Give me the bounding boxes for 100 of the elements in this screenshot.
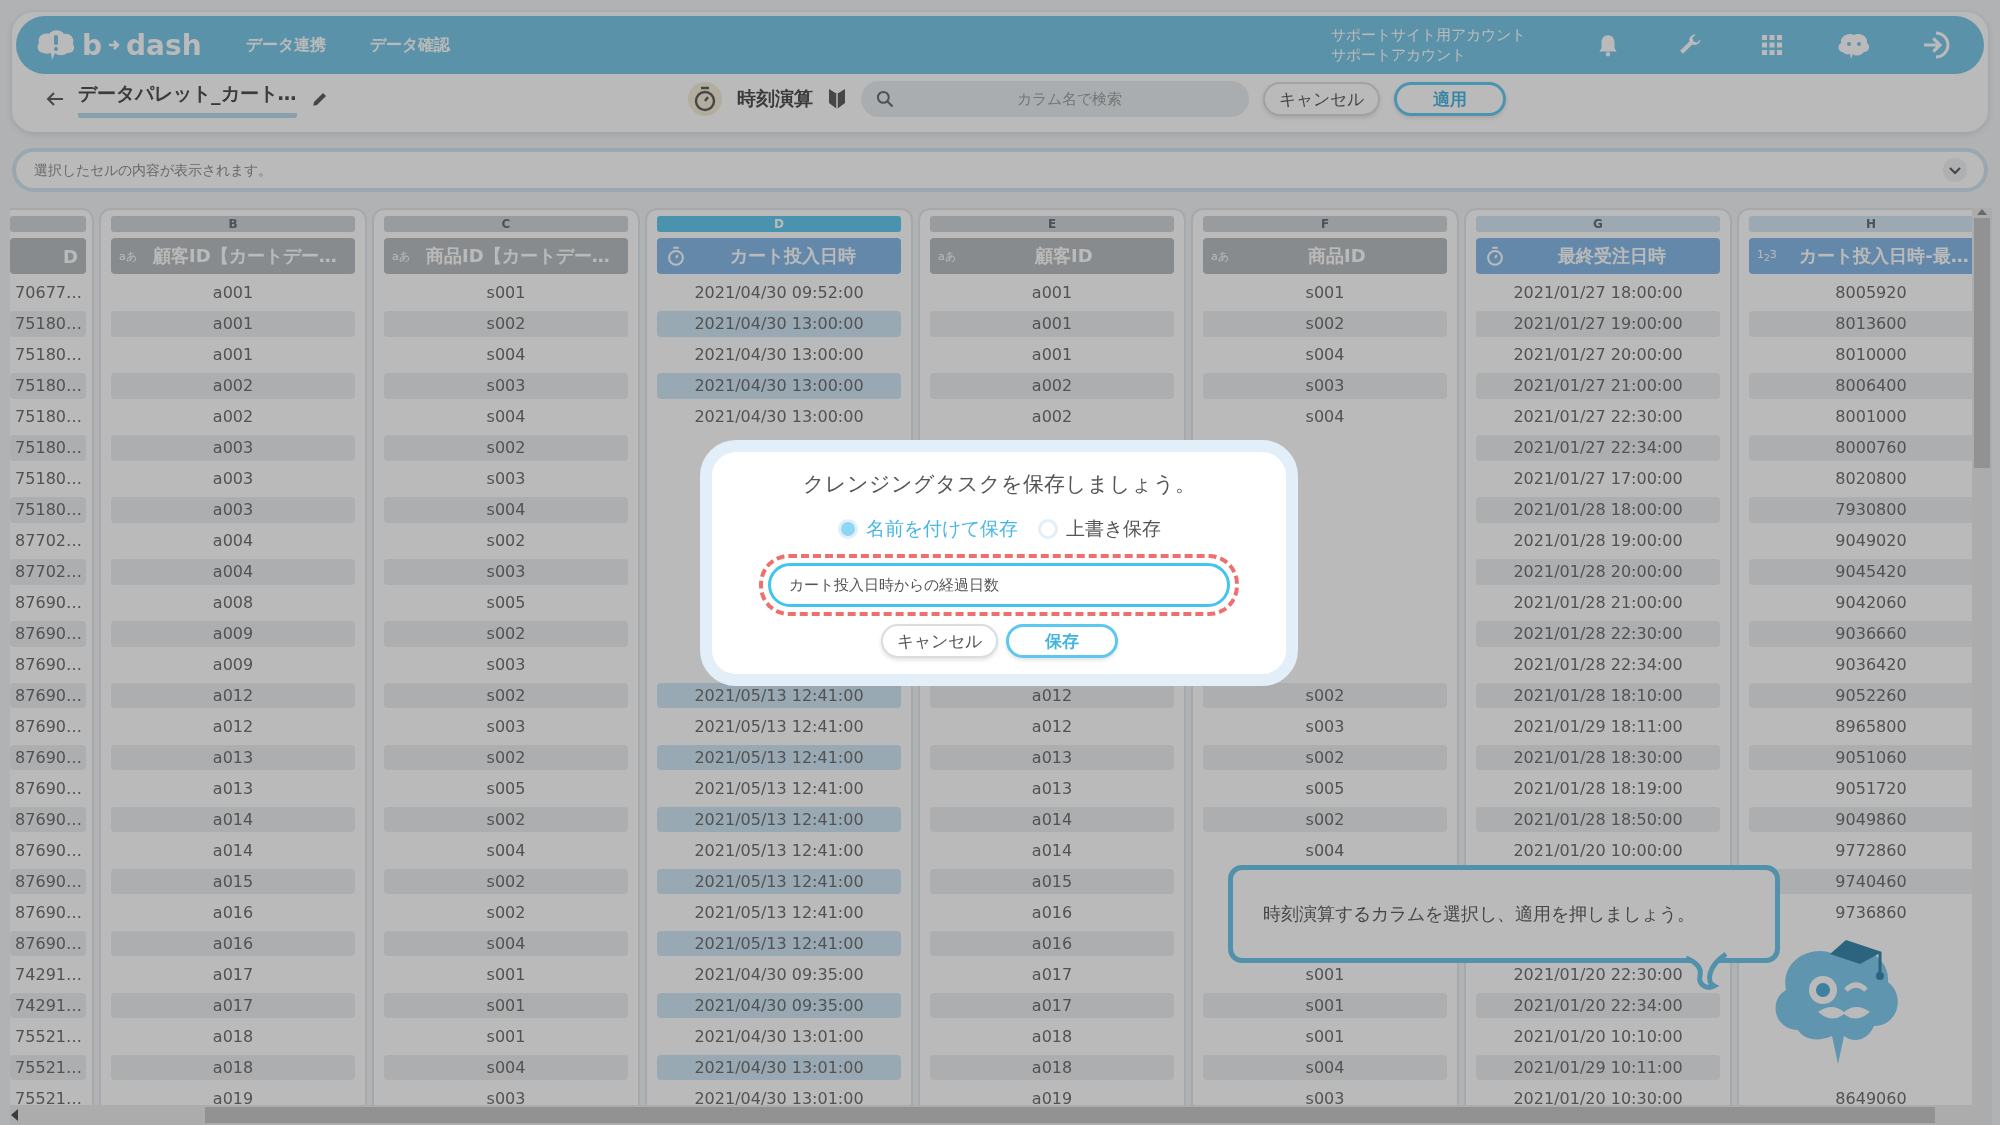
cell-content-input[interactable]: 選択したセルの内容が表示されます。 [32,161,1942,179]
vertical-scrollbar[interactable] [1972,208,1992,1125]
table-cell[interactable]: a017 [111,961,355,988]
table-cell[interactable]: 8001000 [1749,403,1972,430]
scrollbar-thumb[interactable] [205,1107,1935,1123]
table-cell[interactable]: s004 [384,930,628,957]
column-letter[interactable]: C [384,216,628,232]
table-cell[interactable]: s001 [1203,992,1447,1019]
table-cell[interactable]: 2021/01/29 10:11:00 [1476,1054,1720,1081]
table-cell[interactable]: a013 [111,775,355,802]
scroll-up-icon[interactable] [1977,208,1987,216]
table-cell[interactable]: 74291… [10,992,86,1019]
table-cell[interactable]: 2021/01/28 18:30:00 [1476,744,1720,771]
table-cell[interactable]: s004 [1203,403,1447,430]
column-letter[interactable]: F [1203,216,1447,232]
table-cell[interactable]: a002 [111,403,355,430]
table-cell[interactable]: 2021/01/28 19:00:00 [1476,527,1720,554]
table-cell[interactable]: s001 [384,961,628,988]
table-cell[interactable]: 9036660 [1749,620,1972,647]
table-cell[interactable]: 9049020 [1749,527,1972,554]
table-cell[interactable]: s001 [1203,1023,1447,1050]
table-cell[interactable]: 87690… [10,682,86,709]
table-cell[interactable]: 9045420 [1749,558,1972,585]
table-cell[interactable]: 8005920 [1749,280,1972,306]
table-cell[interactable]: 87690… [10,775,86,802]
table-cell[interactable]: 87690… [10,589,86,616]
table-cell[interactable]: 2021/01/28 22:34:00 [1476,651,1720,678]
task-name-field[interactable]: カート投入日時からの経過日数 [768,563,1230,607]
table-cell[interactable]: s002 [384,868,628,895]
table-cell[interactable]: a001 [111,311,355,337]
table-cell[interactable]: 2021/01/28 18:19:00 [1476,775,1720,802]
table-cell[interactable]: a015 [111,868,355,895]
table-cell[interactable]: a012 [111,682,355,709]
table-cell[interactable]: a017 [930,992,1174,1019]
table-cell[interactable]: s004 [384,1054,628,1081]
table-cell[interactable]: 75180… [10,496,86,523]
table-cell[interactable]: s002 [384,311,628,337]
table-cell[interactable]: s004 [1203,1054,1447,1081]
table-cell[interactable]: s001 [384,992,628,1019]
table-cell[interactable]: 8965800 [1749,713,1972,740]
table-cell[interactable]: 2021/04/30 09:52:00 [657,280,901,306]
table-cell[interactable]: 2021/01/27 17:00:00 [1476,465,1720,492]
table-cell[interactable]: a013 [930,775,1174,802]
table-cell[interactable]: 2021/05/13 12:41:00 [657,930,901,957]
table-cell[interactable]: s003 [384,558,628,585]
table-cell[interactable]: a002 [930,372,1174,399]
table-cell[interactable]: a016 [111,899,355,926]
table-cell[interactable]: 8020800 [1749,465,1972,492]
search-field[interactable]: カラム名で検索 [860,81,1249,117]
table-cell[interactable]: a014 [930,837,1174,864]
pencil-icon[interactable] [310,90,329,108]
cancel-button[interactable]: キャンセル [880,624,998,658]
table-cell[interactable]: 2021/01/28 22:30:00 [1476,620,1720,647]
table-cell[interactable]: 9049860 [1749,806,1972,833]
table-cell[interactable]: a003 [111,465,355,492]
table-cell[interactable]: 8000760 [1749,434,1972,461]
table-cell[interactable]: 87690… [10,651,86,678]
table-cell[interactable]: 70677… [10,280,86,306]
cell-content-field[interactable]: 選択したセルの内容が表示されます。 [12,148,1988,192]
table-cell[interactable]: 2021/05/13 12:41:00 [657,775,901,802]
table-cell[interactable]: 87690… [10,868,86,895]
table-cell[interactable]: 9772860 [1749,837,1972,864]
column-header[interactable]: 最終受注日時 [1476,238,1720,274]
table-cell[interactable]: s002 [1203,682,1447,709]
apply-button[interactable]: 適用 [1393,82,1506,116]
table-cell[interactable]: 9052260 [1749,682,1972,709]
table-cell[interactable]: s004 [1203,341,1447,368]
column-header[interactable]: 1$_{2}$3 カート投入日時-最… [1749,238,1972,274]
table-cell[interactable]: s002 [384,806,628,833]
table-cell[interactable]: 74291… [10,961,86,988]
table-cell[interactable]: 2021/04/30 13:01:00 [657,1054,901,1081]
save-option[interactable]: 名前を付けて保存 [837,516,1018,542]
table-cell[interactable]: a016 [930,899,1174,926]
table-cell[interactable]: 87702… [10,527,86,554]
table-cell[interactable]: 2021/01/27 20:00:00 [1476,341,1720,368]
table-cell[interactable]: 2021/01/27 21:00:00 [1476,372,1720,399]
table-cell[interactable]: 2021/05/13 12:41:00 [657,744,901,771]
table-cell[interactable]: s001 [384,280,628,306]
search-input[interactable]: カラム名で検索 [904,89,1235,109]
table-cell[interactable]: a001 [930,341,1174,368]
table-cell[interactable]: a017 [111,992,355,1019]
table-cell[interactable]: s001 [1203,280,1447,306]
table-cell[interactable]: 75180… [10,341,86,368]
table-cell[interactable]: a017 [930,961,1174,988]
table-cell[interactable]: s004 [384,496,628,523]
table-cell[interactable]: 2021/05/13 12:41:00 [657,899,901,926]
table-cell[interactable]: 2021/01/20 10:00:00 [1476,837,1720,864]
table-cell[interactable]: 75180… [10,403,86,430]
table-cell[interactable]: 8006400 [1749,372,1972,399]
table-cell[interactable]: 2021/01/28 21:00:00 [1476,589,1720,616]
table-cell[interactable]: 87690… [10,713,86,740]
table-cell[interactable]: 2021/01/20 10:10:00 [1476,1023,1720,1050]
table-cell[interactable]: a008 [111,589,355,616]
table-cell[interactable]: 87690… [10,899,86,926]
back-arrow-icon[interactable] [46,91,64,107]
table-cell[interactable]: 2021/04/30 13:00:00 [657,311,901,337]
table-cell[interactable]: s004 [384,341,628,368]
horizontal-scrollbar[interactable] [10,1105,1972,1125]
table-cell[interactable]: 2021/04/30 09:35:00 [657,992,901,1019]
cancel-button[interactable]: キャンセル [1262,82,1380,116]
